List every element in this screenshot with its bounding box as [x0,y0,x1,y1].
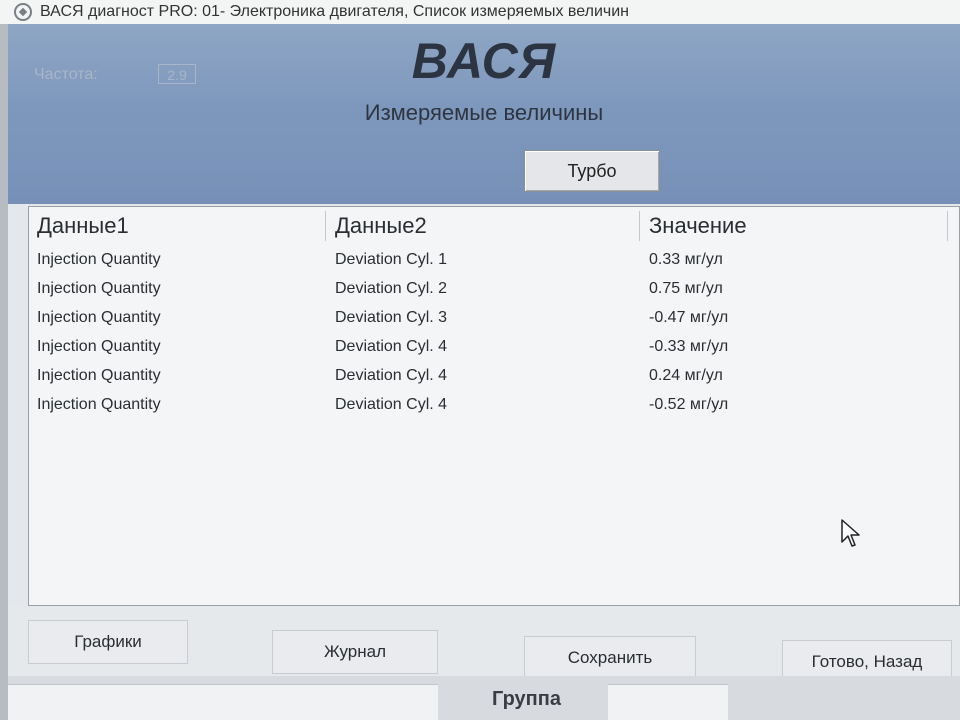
cell-value: -0.52 мг/ул [649,396,729,413]
table-row[interactable]: Injection Quantity Deviation Cyl. 4 0.24… [29,367,959,396]
column-separator[interactable] [947,211,948,241]
table-row[interactable]: Injection Quantity Deviation Cyl. 4 -0.3… [29,338,959,367]
background-panel [8,684,438,720]
cell-data1: Injection Quantity [37,396,161,413]
cell-data2: Deviation Cyl. 4 [335,367,448,384]
column-separator[interactable] [639,211,640,241]
table-row[interactable]: Injection Quantity Deviation Cyl. 3 -0.4… [29,309,959,338]
cell-data2: Deviation Cyl. 1 [335,251,448,268]
log-button[interactable]: Журнал [272,630,438,674]
cell-value: -0.47 мг/ул [649,309,729,326]
cell-data1: Injection Quantity [37,309,161,326]
app-logo: ВАСЯ [411,33,557,89]
table-row[interactable]: Injection Quantity Deviation Cyl. 4 -0.5… [29,396,959,425]
cell-value: -0.33 мг/ул [649,338,729,355]
cell-data2: Deviation Cyl. 2 [335,280,448,297]
left-border [0,24,8,720]
save-button[interactable]: Сохранить [524,636,696,680]
group-turbo-button[interactable]: Турбо [524,150,660,192]
graphs-button[interactable]: Графики [28,620,188,664]
measurements-table[interactable]: Данные1 Данные2 Значение Injection Quant… [28,206,960,606]
table-row[interactable]: Injection Quantity Deviation Cyl. 1 0.33… [29,251,959,280]
column-separator[interactable] [325,211,326,241]
page-subtitle: Измеряемые величины [364,100,604,125]
mouse-cursor-icon [841,519,860,547]
window-title: ВАСЯ диагност PRO: 01- Электроника двига… [40,3,629,20]
cell-value: 0.33 мг/ул [649,251,723,268]
title-bar: ВАСЯ диагност PRO: 01- Электроника двига… [0,0,960,25]
cell-data1: Injection Quantity [37,338,161,355]
column-header-data1[interactable]: Данные1 [37,213,129,239]
cell-data1: Injection Quantity [37,280,161,297]
background-window-strip [8,676,960,720]
table-row[interactable]: Injection Quantity Deviation Cyl. 2 0.75… [29,280,959,309]
cell-data1: Injection Quantity [37,251,161,268]
cell-value: 0.24 мг/ул [649,367,723,384]
background-panel [608,684,728,720]
column-header-value[interactable]: Значение [649,213,747,239]
background-group-label: Группа [492,688,561,710]
cell-value: 0.75 мг/ул [649,280,723,297]
cell-data2: Deviation Cyl. 4 [335,396,448,413]
app-icon [14,3,32,21]
cell-data2: Deviation Cyl. 3 [335,309,448,326]
cell-data1: Injection Quantity [37,367,161,384]
header-panel: Частота: 2.9 ВАСЯ Измеряемые величины Ту… [8,24,960,204]
main-window: ВАСЯ диагност PRO: 01- Электроника двига… [0,0,960,720]
cell-data2: Deviation Cyl. 4 [335,338,448,355]
column-header-data2[interactable]: Данные2 [335,213,427,239]
